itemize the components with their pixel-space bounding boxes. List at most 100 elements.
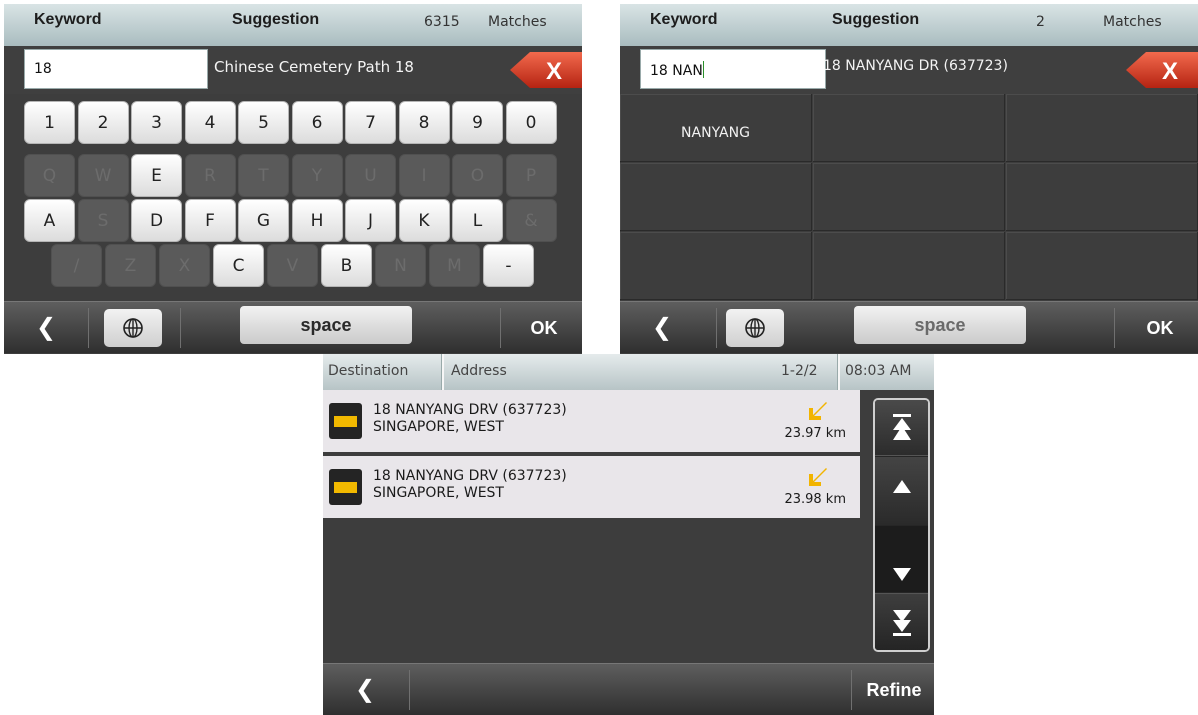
suggestion-cell (620, 163, 812, 231)
ok-button[interactable]: OK (1122, 302, 1198, 354)
scroll-bottom-button[interactable] (875, 593, 928, 650)
match-count: 6315 (424, 14, 460, 30)
result-address: 18 NANYANG DRV (637723) (373, 468, 567, 484)
direction-arrow-icon (809, 402, 827, 420)
key-q: Q (24, 154, 75, 197)
result-distance: 23.98 km (784, 492, 846, 507)
key-8[interactable]: 8 (398, 101, 450, 144)
keyword-input-value: 18 NAN (650, 63, 703, 79)
result-row-2[interactable]: 18 NANYANG DRV (637723) SINGAPORE, WEST … (323, 456, 860, 520)
back-button[interactable]: ❮ (620, 302, 704, 354)
key-5[interactable]: 5 (238, 101, 289, 144)
address-tab[interactable]: Address (451, 363, 507, 379)
key-6[interactable]: 6 (291, 101, 343, 144)
scroll-down-button[interactable] (875, 526, 928, 592)
key-7[interactable]: 7 (345, 101, 396, 144)
keyword-input[interactable]: 18 (24, 49, 208, 89)
suggestion-panel: Keyword Suggestion 2 Matches 18 NAN 18 N… (620, 4, 1198, 354)
keyword-input-value: 18 (34, 61, 52, 77)
key-n: N (375, 244, 426, 287)
matches-label: Matches (1103, 14, 1162, 30)
direction-arrow-icon (809, 468, 827, 486)
key-j[interactable]: J (345, 199, 396, 242)
key-a[interactable]: A (24, 199, 75, 242)
key-d[interactable]: D (131, 199, 182, 242)
destination-tab[interactable]: Destination (328, 363, 408, 379)
key-b[interactable]: B (321, 244, 372, 287)
address-icon (329, 469, 362, 505)
key-h[interactable]: H (291, 199, 343, 242)
key-2[interactable]: 2 (77, 101, 129, 144)
key-ampersand: & (505, 199, 557, 242)
suggestion-cell (1006, 163, 1198, 231)
key-g[interactable]: G (238, 199, 289, 242)
keyword-input[interactable]: 18 NAN (640, 49, 826, 89)
key-x: X (159, 244, 210, 287)
back-button[interactable]: ❮ (4, 302, 88, 354)
key-c[interactable]: C (213, 244, 264, 287)
bottom-bar: ❮ Refine (323, 663, 934, 715)
address-icon (329, 403, 362, 439)
back-button[interactable]: ❮ (323, 664, 407, 715)
space-button[interactable]: space (240, 306, 412, 344)
refine-button[interactable]: Refine (854, 664, 934, 715)
key-r: R (184, 154, 236, 197)
key-4[interactable]: 4 (184, 101, 236, 144)
suggestion-heading: Suggestion (832, 11, 920, 28)
suggestion-cell (1006, 94, 1198, 162)
down-arrow-icon (893, 568, 911, 581)
svg-text:X: X (546, 58, 562, 85)
key-v: V (267, 244, 318, 287)
clear-button[interactable]: X (1126, 50, 1198, 90)
key-m: M (429, 244, 480, 287)
globe-icon (123, 318, 143, 338)
key-slash: / (51, 244, 102, 287)
input-row: 18 NAN 18 NANYANG DR (637723) X (620, 46, 1198, 94)
suggestion-heading: Suggestion (232, 11, 320, 28)
bottom-bar: ❮ space OK (620, 301, 1198, 353)
scroll-top-button[interactable] (875, 400, 928, 456)
key-p: P (505, 154, 557, 197)
scroll-control (873, 398, 930, 652)
text-caret (702, 61, 704, 78)
up-arrow-icon (893, 480, 911, 493)
suggestion-text[interactable]: 18 NANYANG DR (637723) (823, 58, 1008, 74)
result-region: SINGAPORE, WEST (373, 485, 504, 501)
space-button[interactable]: space (854, 306, 1026, 344)
first-page-icon (893, 414, 911, 440)
result-row-1[interactable]: 18 NANYANG DRV (637723) SINGAPORE, WEST … (323, 390, 860, 454)
result-address: 18 NANYANG DRV (637723) (373, 402, 567, 418)
language-button[interactable] (726, 309, 784, 347)
suggestion-cell (620, 232, 812, 300)
key-9[interactable]: 9 (452, 101, 503, 144)
globe-icon (745, 318, 765, 338)
ok-button[interactable]: OK (506, 302, 582, 354)
key-3[interactable]: 3 (131, 101, 182, 144)
result-distance: 23.97 km (784, 426, 846, 441)
key-f[interactable]: F (184, 199, 236, 242)
suggestion-text[interactable]: Chinese Cemetery Path 18 (214, 58, 414, 76)
scroll-up-button[interactable] (875, 457, 928, 525)
key-l[interactable]: L (452, 199, 503, 242)
key-hyphen[interactable]: - (483, 244, 534, 287)
suggestion-cell[interactable]: NANYANG (620, 94, 812, 162)
key-0[interactable]: 0 (505, 101, 557, 144)
svg-text:X: X (1162, 58, 1178, 85)
result-range: 1-2/2 (781, 363, 818, 379)
bottom-bar: ❮ space OK (4, 301, 582, 353)
key-e[interactable]: E (131, 154, 182, 197)
keyword-heading: Keyword (650, 11, 718, 28)
entry-header: Keyword Suggestion 2 Matches (620, 4, 1198, 46)
key-k[interactable]: K (398, 199, 450, 242)
key-y: Y (291, 154, 343, 197)
language-button[interactable] (104, 309, 162, 347)
input-row: 18 Chinese Cemetery Path 18 X (4, 46, 582, 94)
key-1[interactable]: 1 (24, 101, 75, 144)
key-o: O (452, 154, 503, 197)
result-region: SINGAPORE, WEST (373, 419, 504, 435)
key-s: S (77, 199, 129, 242)
matches-label: Matches (488, 14, 547, 30)
suggestion-cell (813, 94, 1005, 162)
key-t: T (238, 154, 289, 197)
clear-button[interactable]: X (510, 50, 582, 90)
